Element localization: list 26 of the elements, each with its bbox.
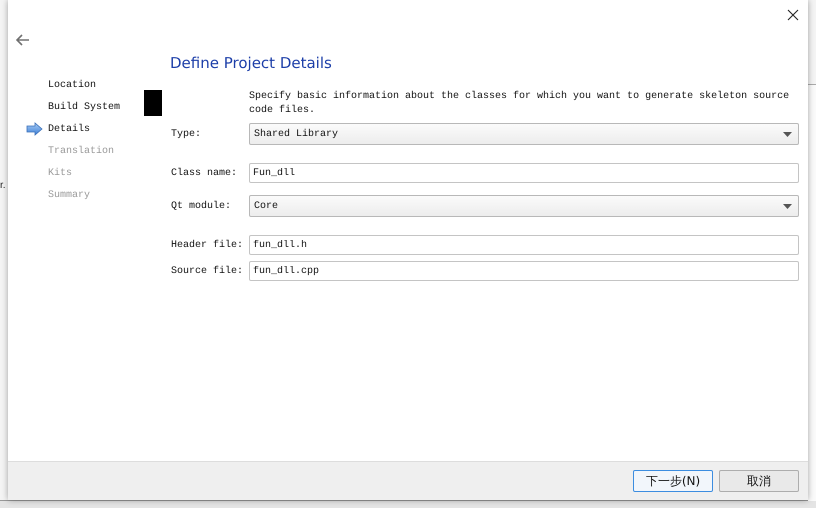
dialog-button[interactable]: 取消: [719, 470, 799, 492]
field-label: Class name:: [171, 168, 238, 178]
field-label: Header file:: [171, 240, 244, 250]
input-field[interactable]: fun_dll.h: [249, 235, 799, 255]
field-label: Source file:: [171, 266, 244, 276]
close-icon[interactable]: [787, 9, 799, 21]
step-label: Kits: [48, 168, 72, 178]
input-field[interactable]: Fun_dll: [249, 163, 799, 183]
back-arrow-icon[interactable]: [16, 34, 30, 46]
page-title: Define Project Details: [170, 54, 333, 72]
dropdown[interactable]: Shared Library: [249, 123, 799, 145]
dropdown[interactable]: Core: [249, 195, 799, 217]
dropdown-arrow-icon: [783, 204, 792, 208]
field-label: Type:: [171, 128, 202, 140]
input-field[interactable]: fun_dll.cpp: [249, 261, 799, 281]
background-text: r.: [0, 180, 6, 192]
dialog-button[interactable]: 下一步(N): [633, 470, 713, 492]
field-label: Qt module:: [171, 200, 232, 212]
redaction-block: [144, 90, 162, 116]
step-label: Translation: [48, 146, 114, 156]
description-text: Specify basic information about the classes for which you want to generate skeleton source code files.: [249, 90, 790, 118]
step-label: Location: [48, 80, 96, 90]
step-label: Build System: [48, 102, 120, 112]
dropdown-arrow-icon: [783, 132, 792, 136]
step-label: Summary: [48, 190, 90, 200]
step-label: Details: [48, 124, 90, 134]
